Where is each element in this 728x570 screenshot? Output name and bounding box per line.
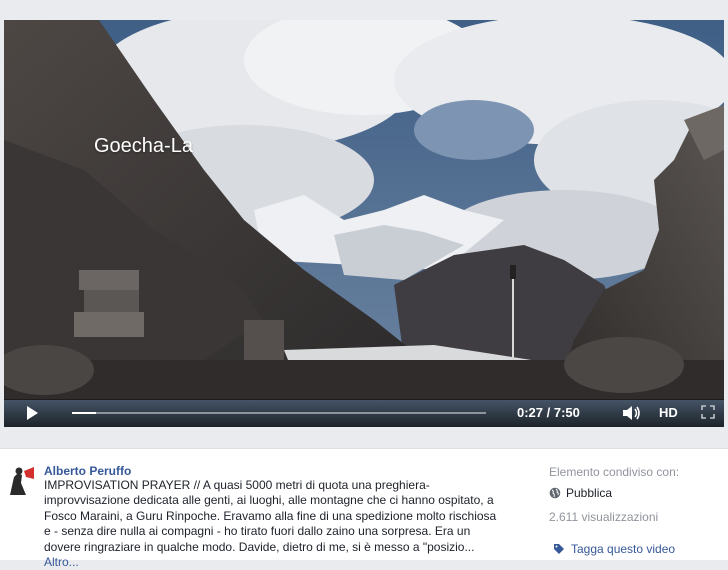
volume-icon[interactable] [622, 405, 642, 421]
privacy-setting[interactable]: Pubblica [549, 486, 724, 500]
post-author[interactable]: Alberto Peruffo [44, 464, 131, 478]
tag-video-button[interactable]: Tagga questo video [553, 542, 675, 556]
fullscreen-icon[interactable] [701, 405, 715, 419]
hd-toggle[interactable]: HD [659, 405, 678, 420]
more-link[interactable]: Altro... [44, 555, 79, 569]
post-description: IMPROVISATION PRAYER // A quasi 5000 met… [44, 478, 504, 570]
video-frame [4, 20, 724, 427]
view-count: 2.611 visualizzazioni [549, 510, 659, 524]
video-info-panel: Alberto Peruffo IMPROVISATION PRAYER // … [0, 448, 728, 569]
tag-icon [554, 544, 564, 554]
post-description-text: IMPROVISATION PRAYER // A quasi 5000 met… [44, 478, 497, 554]
tag-video-label: Tagga questo video [571, 542, 676, 556]
time-display: 0:27 / 7:50 [517, 405, 580, 420]
share-info: Elemento condiviso con: Pubblica 2.611 v… [549, 465, 724, 524]
globe-icon [549, 487, 561, 499]
play-icon[interactable] [24, 405, 40, 421]
privacy-label: Pubblica [566, 486, 613, 500]
shared-with-label: Elemento condiviso con: [549, 465, 680, 479]
video-controls: 0:27 / 7:50 HD [4, 399, 724, 427]
avatar[interactable] [4, 465, 36, 497]
video-overlay-title: Goecha-La [94, 135, 193, 157]
video-player[interactable]: Goecha-La 0:27 / 7:50 HD [4, 20, 724, 427]
progress-fill [72, 412, 96, 414]
progress-bar[interactable] [72, 412, 486, 414]
